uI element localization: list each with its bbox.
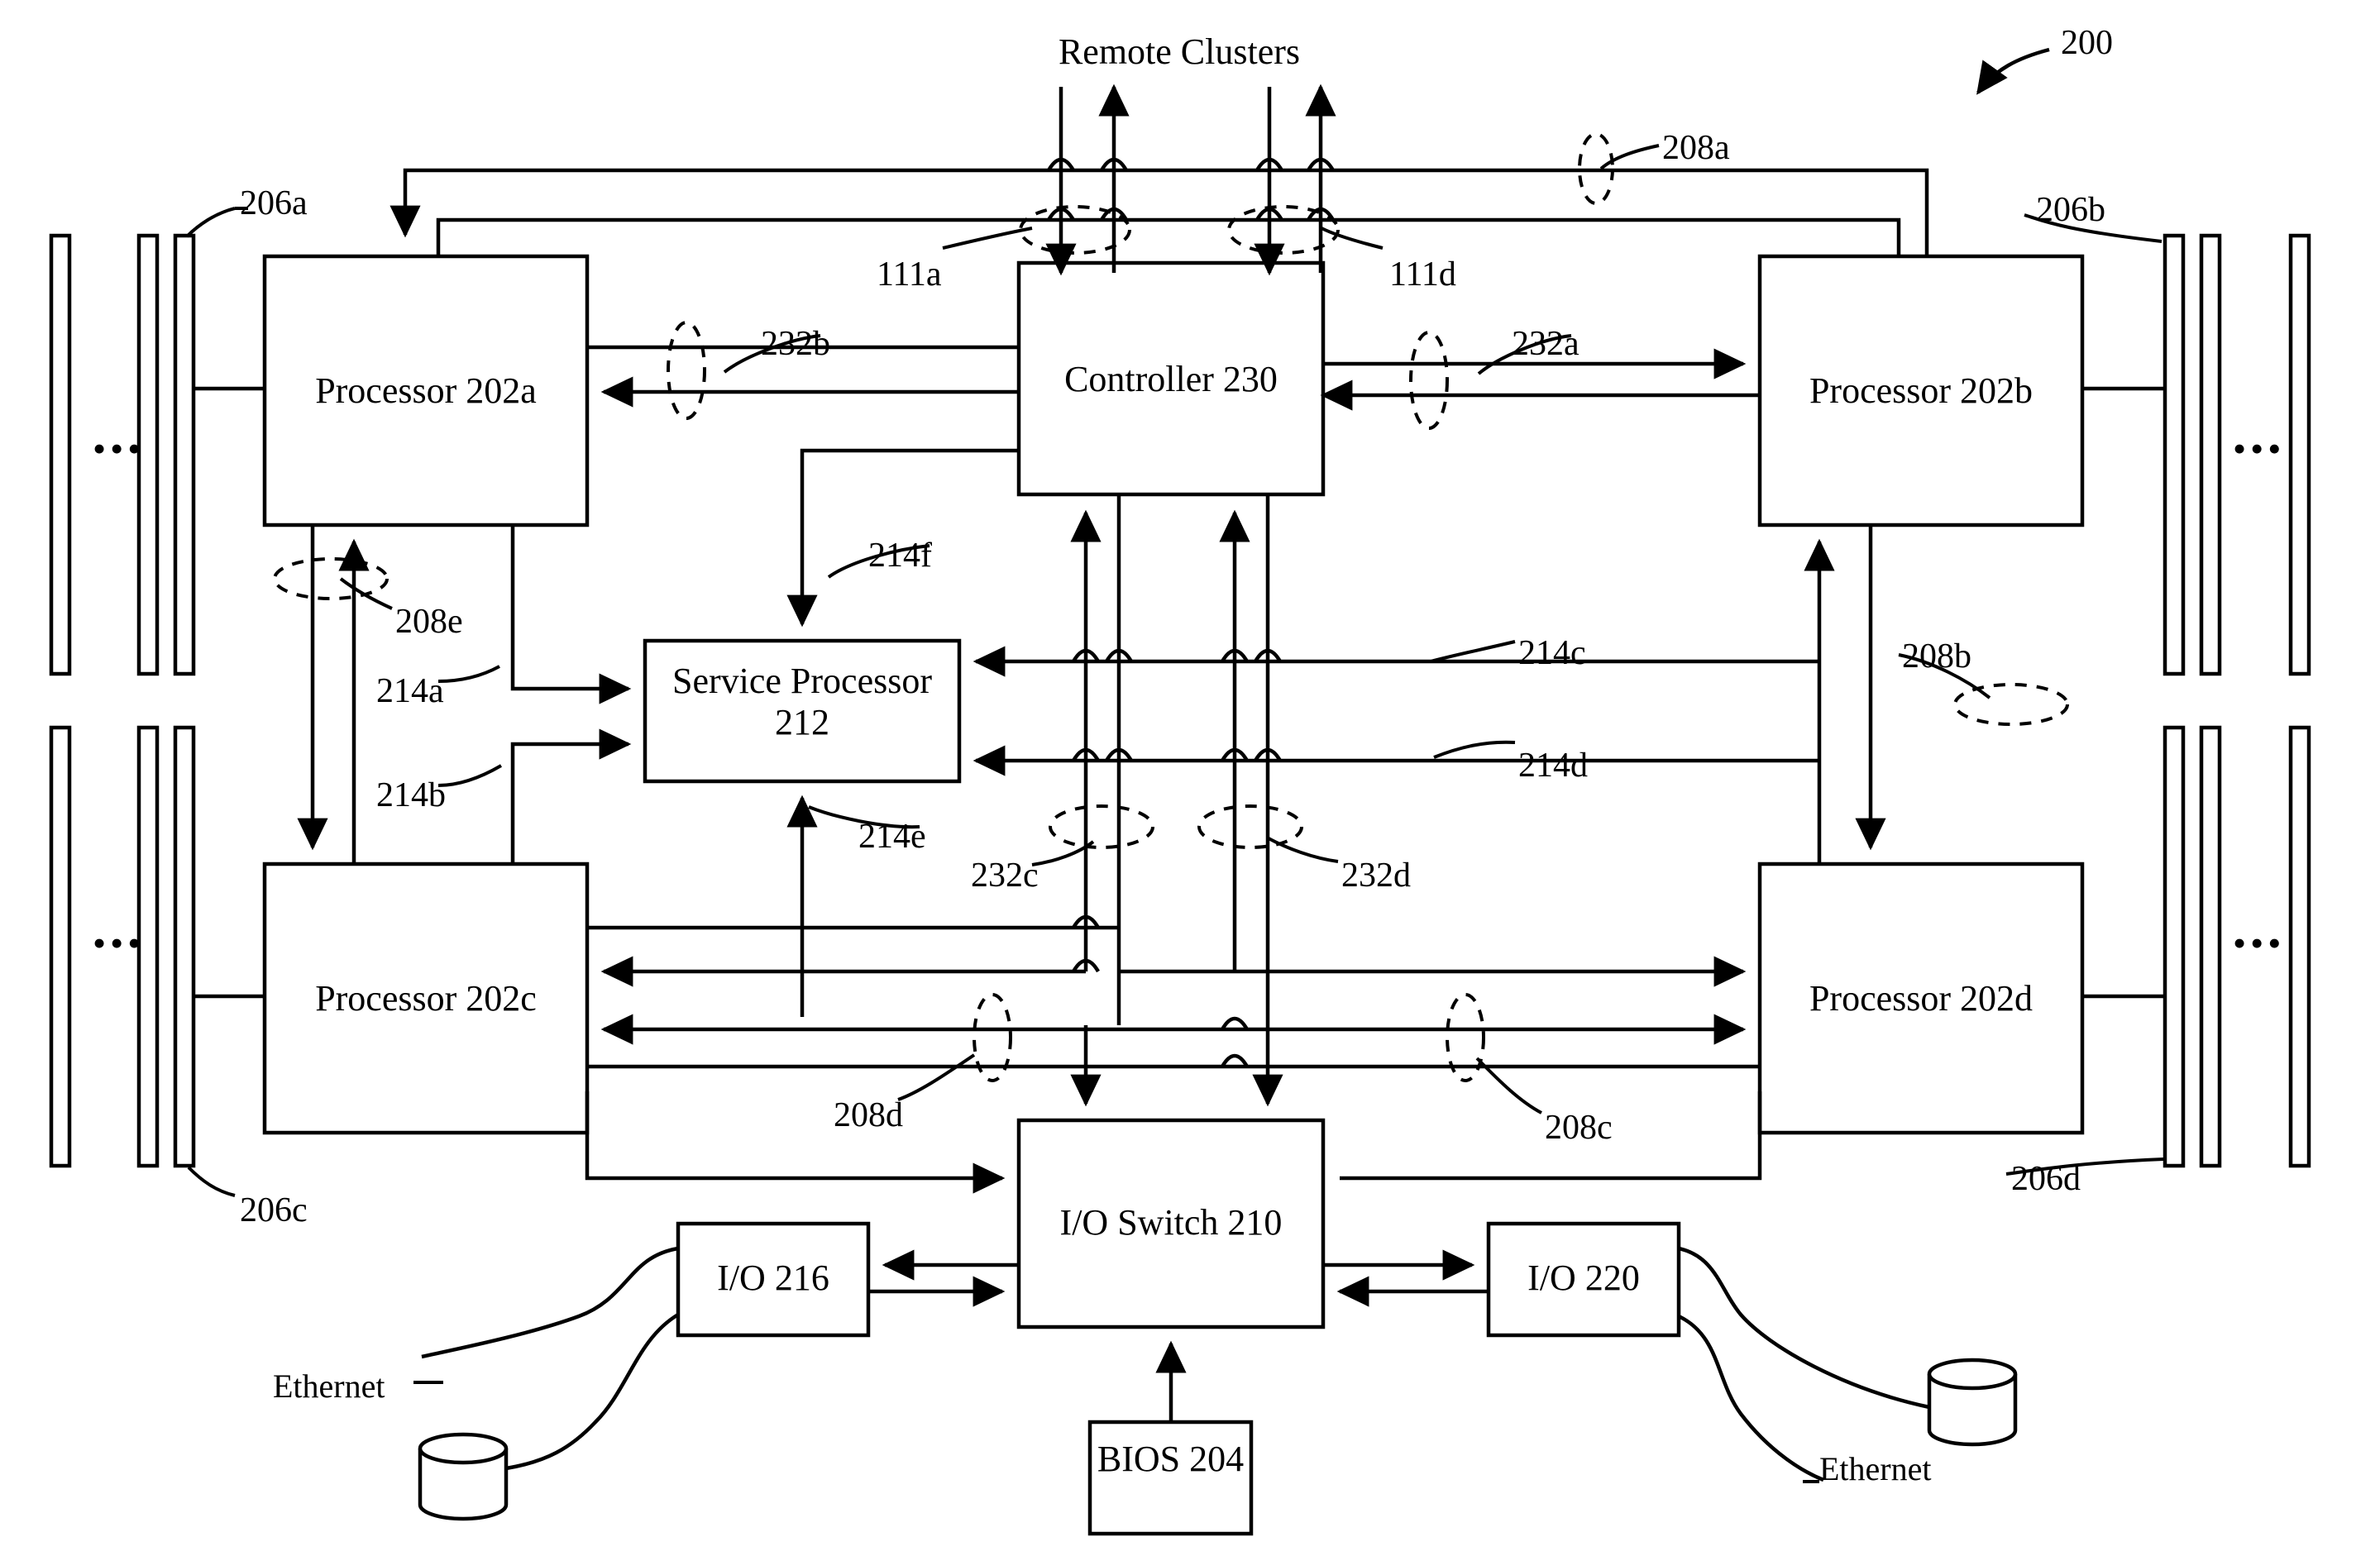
ethernet-left-label: Ethernet xyxy=(273,1367,385,1405)
ref-208b: 208b xyxy=(1902,637,1971,675)
bundle-232b xyxy=(667,321,706,420)
hop-marks-202c xyxy=(1072,914,1249,1068)
io-216-label: I/O 216 xyxy=(717,1258,829,1298)
ref-206d: 206d xyxy=(2011,1160,2081,1198)
cable-right-disk xyxy=(1678,1246,1930,1410)
processor-202b-label: Processor 202b xyxy=(1809,370,2034,411)
bundle-232c xyxy=(1049,804,1154,849)
leader-200 xyxy=(1976,47,2050,95)
processor-202a-label: Processor 202a xyxy=(315,370,537,411)
ref-214b: 214b xyxy=(376,776,446,814)
ref-214d: 214d xyxy=(1518,747,1588,785)
ref-232c: 232c xyxy=(971,857,1039,895)
ref-214c: 214c xyxy=(1518,634,1586,672)
processor-202c-label: Processor 202c xyxy=(315,978,537,1019)
io-220-label: I/O 220 xyxy=(1527,1258,1640,1298)
ref-200: 200 xyxy=(2061,24,2113,62)
ref-206c: 206c xyxy=(240,1191,308,1229)
bundle-232a xyxy=(1409,331,1449,430)
io-switch-210-label: I/O Switch 210 xyxy=(1059,1202,1283,1243)
cable-left-ethernet xyxy=(421,1246,679,1359)
hop-marks-214 xyxy=(1072,648,1282,762)
ref-206b: 206b xyxy=(2036,191,2105,229)
ref-214a: 214a xyxy=(376,672,444,710)
bus-208a-inner xyxy=(436,217,1901,256)
remote-clusters-label: Remote Clusters xyxy=(1058,31,1301,72)
diagram-linework xyxy=(49,47,2311,1536)
ethernet-right-label: Ethernet xyxy=(1819,1450,1932,1487)
patent-figure-page: Processor 202a Processor 202b Processor … xyxy=(0,0,2380,1556)
ref-208a: 208a xyxy=(1662,129,1730,167)
ellipsis-bottom-right: ••• xyxy=(2233,922,2286,964)
controller-230-label: Controller 230 xyxy=(1064,359,1278,399)
ref-208e: 208e xyxy=(395,603,463,641)
ellipsis-bottom-left: ••• xyxy=(93,922,146,964)
ref-214e: 214e xyxy=(858,818,926,856)
ellipsis-top-left: ••• xyxy=(93,427,146,470)
ref-208c: 208c xyxy=(1545,1109,1613,1147)
link-214a xyxy=(510,525,632,704)
ref-111a: 111a xyxy=(877,255,942,294)
ref-232a: 232a xyxy=(1512,325,1579,363)
bundle-208e xyxy=(273,557,389,600)
bios-204-label: BIOS 204 xyxy=(1097,1439,1245,1479)
ref-232d: 232d xyxy=(1341,857,1411,895)
disk-right xyxy=(1927,1358,2018,1447)
link-214b xyxy=(510,728,632,864)
ref-232b: 232b xyxy=(761,325,830,363)
ref-214f: 214f xyxy=(868,537,932,575)
link-208d xyxy=(585,1091,1006,1194)
bus-208a-outer xyxy=(389,168,1929,256)
ref-206a: 206a xyxy=(240,184,308,222)
cable-right-ethernet xyxy=(1678,1314,1824,1482)
processor-202d-label: Processor 202d xyxy=(1809,978,2034,1019)
ref-208d: 208d xyxy=(834,1096,903,1134)
service-processor-212-label: Service Processor 212 xyxy=(671,661,932,743)
bundle-232d xyxy=(1197,804,1303,849)
cable-left-disk xyxy=(505,1313,680,1471)
disk-left xyxy=(418,1432,509,1521)
ref-111d: 111d xyxy=(1389,255,1456,294)
ellipsis-top-right: ••• xyxy=(2233,427,2286,470)
bundle-208b xyxy=(1953,683,2069,726)
